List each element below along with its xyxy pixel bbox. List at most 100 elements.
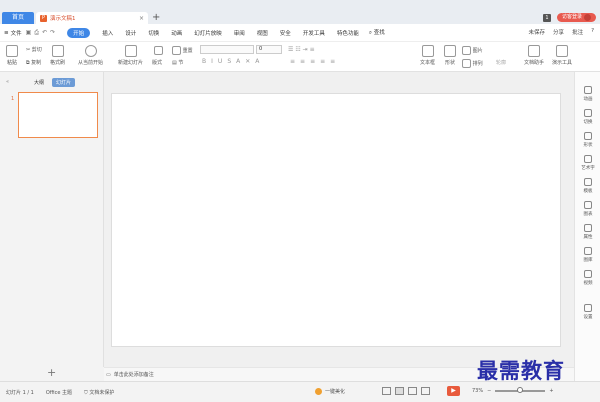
sidebar-item-gallery[interactable]: 图库 <box>575 247 600 263</box>
add-tab-button[interactable]: + <box>152 12 160 24</box>
share-button[interactable]: 分享 <box>553 28 564 36</box>
beautify-button[interactable]: 一键美化 <box>315 388 345 395</box>
doc-assistant-label: 文档助手 <box>524 60 545 66</box>
cut-button[interactable]: ✂ 剪切 <box>26 46 42 53</box>
comment-button[interactable]: 批注 <box>572 28 583 36</box>
align-left-icon[interactable]: ≡ <box>290 58 295 65</box>
picture-button[interactable]: 图片 <box>462 46 483 55</box>
font-name-field[interactable] <box>200 45 254 54</box>
numbered-list-icon[interactable]: ☷ <box>295 46 300 53</box>
redo-icon[interactable]: ↷ <box>50 29 55 37</box>
menu-insert[interactable]: 插入 <box>102 29 113 37</box>
menu-security[interactable]: 安全 <box>280 29 291 37</box>
new-slide-button[interactable]: 新建幻灯片 <box>118 45 143 66</box>
zoom-level[interactable]: 73% <box>472 388 483 394</box>
sidebar-item-video[interactable]: 视频 <box>575 270 600 286</box>
sidebar-item-transition[interactable]: 切换 <box>575 109 600 125</box>
arrange-icon <box>462 59 471 68</box>
add-slide-button[interactable]: + <box>47 366 56 379</box>
print-icon[interactable]: ⎙ <box>34 29 39 37</box>
sidebar-item-properties[interactable]: 属性 <box>575 224 600 240</box>
align-right-icon[interactable]: ≡ <box>310 58 315 65</box>
brush-icon <box>51 45 64 57</box>
clear-format-icon[interactable]: ✕ <box>245 58 250 65</box>
arrange-button[interactable]: 排列 <box>462 59 483 68</box>
zoom-in-button[interactable]: + <box>549 388 553 394</box>
close-tab-icon[interactable]: × <box>139 15 144 22</box>
menu-features[interactable]: 特色功能 <box>337 29 359 37</box>
reading-view-icon[interactable] <box>421 387 430 395</box>
menu-start[interactable]: 开始 <box>67 27 91 38</box>
menu-animation[interactable]: 动画 <box>171 29 182 37</box>
doc-assistant-button[interactable]: 文档助手 <box>524 45 544 66</box>
tab-document[interactable]: P 演示文稿1 × <box>36 12 148 24</box>
superscript-icon[interactable]: A <box>236 58 240 65</box>
tab-home[interactable]: 首页 <box>2 12 34 24</box>
sidebar-item-template[interactable]: 模板 <box>575 178 600 194</box>
indent-icon[interactable]: ⇥ <box>303 46 308 53</box>
collapse-panel-icon[interactable]: « <box>6 79 9 85</box>
reset-button[interactable]: 重置 <box>172 46 193 55</box>
gallery-icon <box>584 247 592 255</box>
normal-view-icon[interactable] <box>395 387 404 395</box>
align-center-icon[interactable]: ≡ <box>300 58 305 65</box>
font-size-field[interactable]: 0 <box>256 45 282 54</box>
line-spacing-icon[interactable]: ≡ <box>310 46 315 53</box>
underline-icon[interactable]: U <box>218 58 222 65</box>
textbox-button[interactable]: 文本框 <box>420 45 435 66</box>
layout-button[interactable] <box>154 46 163 55</box>
play-slideshow-button[interactable]: ▶ <box>447 386 460 396</box>
shape-icon <box>444 45 456 57</box>
window-count-badge[interactable]: 1 <box>542 13 551 22</box>
search-button[interactable]: ⌕ 查找 <box>369 28 385 37</box>
zoom-slider-handle[interactable] <box>517 387 524 393</box>
sidebar-item-wordart[interactable]: 艺术字 <box>575 155 600 171</box>
notes-view-icon[interactable] <box>382 387 391 395</box>
unsaved-status[interactable]: 未保存 <box>529 28 546 36</box>
format-painter-button[interactable]: 格式刷 <box>50 45 65 66</box>
outline-button[interactable]: 轮廓 <box>496 59 506 66</box>
zoom-slider[interactable] <box>495 387 546 393</box>
section-button[interactable]: ▤ 节 <box>172 59 183 66</box>
file-menu[interactable]: ≡ 文件 <box>4 29 22 37</box>
title-bar: 首页 P 演示文稿1 × + 1 访客登录 <box>0 0 600 24</box>
doc-protect-status[interactable]: ⛉ 文档未保护 <box>84 389 114 396</box>
help-icon[interactable]: ? <box>591 28 594 36</box>
slide-thumbnail[interactable] <box>18 92 98 138</box>
tab-slides[interactable]: 幻灯片 <box>52 78 76 87</box>
layout-dropdown[interactable]: 版式 <box>152 59 162 66</box>
menu-slideshow[interactable]: 幻灯片放映 <box>194 29 222 37</box>
play-from-current-button[interactable]: 从当前开始 <box>78 45 103 66</box>
menu-view[interactable]: 视图 <box>257 29 268 37</box>
save-icon[interactable]: ▣ <box>26 29 32 37</box>
search-label: 查找 <box>373 30 385 36</box>
sidebar-item-settings[interactable]: 设置 <box>575 304 600 320</box>
distribute-icon[interactable]: ≡ <box>330 58 335 65</box>
menu-design[interactable]: 设计 <box>125 29 136 37</box>
menu-transition[interactable]: 切换 <box>148 29 159 37</box>
sidebar-item-shape[interactable]: 形状 <box>575 132 600 148</box>
copy-button[interactable]: ⧉ 复制 <box>26 59 41 66</box>
view-switcher <box>382 387 430 395</box>
zoom-out-button[interactable]: − <box>487 388 491 394</box>
presentation-tools-button[interactable]: 演示工具 <box>552 45 572 66</box>
shape-button[interactable]: 形状 <box>444 45 456 66</box>
login-button[interactable]: 访客登录 <box>556 13 596 22</box>
strikethrough-icon[interactable]: S <box>227 58 231 65</box>
paste-button[interactable]: 粘贴 <box>6 45 18 66</box>
font-color-icon[interactable]: A <box>255 58 259 65</box>
bold-icon[interactable]: B <box>202 58 206 65</box>
sidebar-item-animation[interactable]: 动画 <box>575 86 600 102</box>
italic-icon[interactable]: I <box>211 58 213 65</box>
sidebar-item-chart[interactable]: 图表 <box>575 201 600 217</box>
sorter-view-icon[interactable] <box>408 387 417 395</box>
menu-developer[interactable]: 开发工具 <box>303 29 325 37</box>
menu-review[interactable]: 审阅 <box>234 29 245 37</box>
undo-icon[interactable]: ↶ <box>42 29 47 37</box>
theme-name: Office 主题 <box>45 389 73 396</box>
bullet-list-icon[interactable]: ☰ <box>288 46 293 53</box>
picture-label: 图片 <box>472 48 483 54</box>
tab-outline[interactable]: 大纲 <box>30 78 48 87</box>
justify-icon[interactable]: ≡ <box>320 58 325 65</box>
slide-canvas[interactable] <box>111 93 561 347</box>
